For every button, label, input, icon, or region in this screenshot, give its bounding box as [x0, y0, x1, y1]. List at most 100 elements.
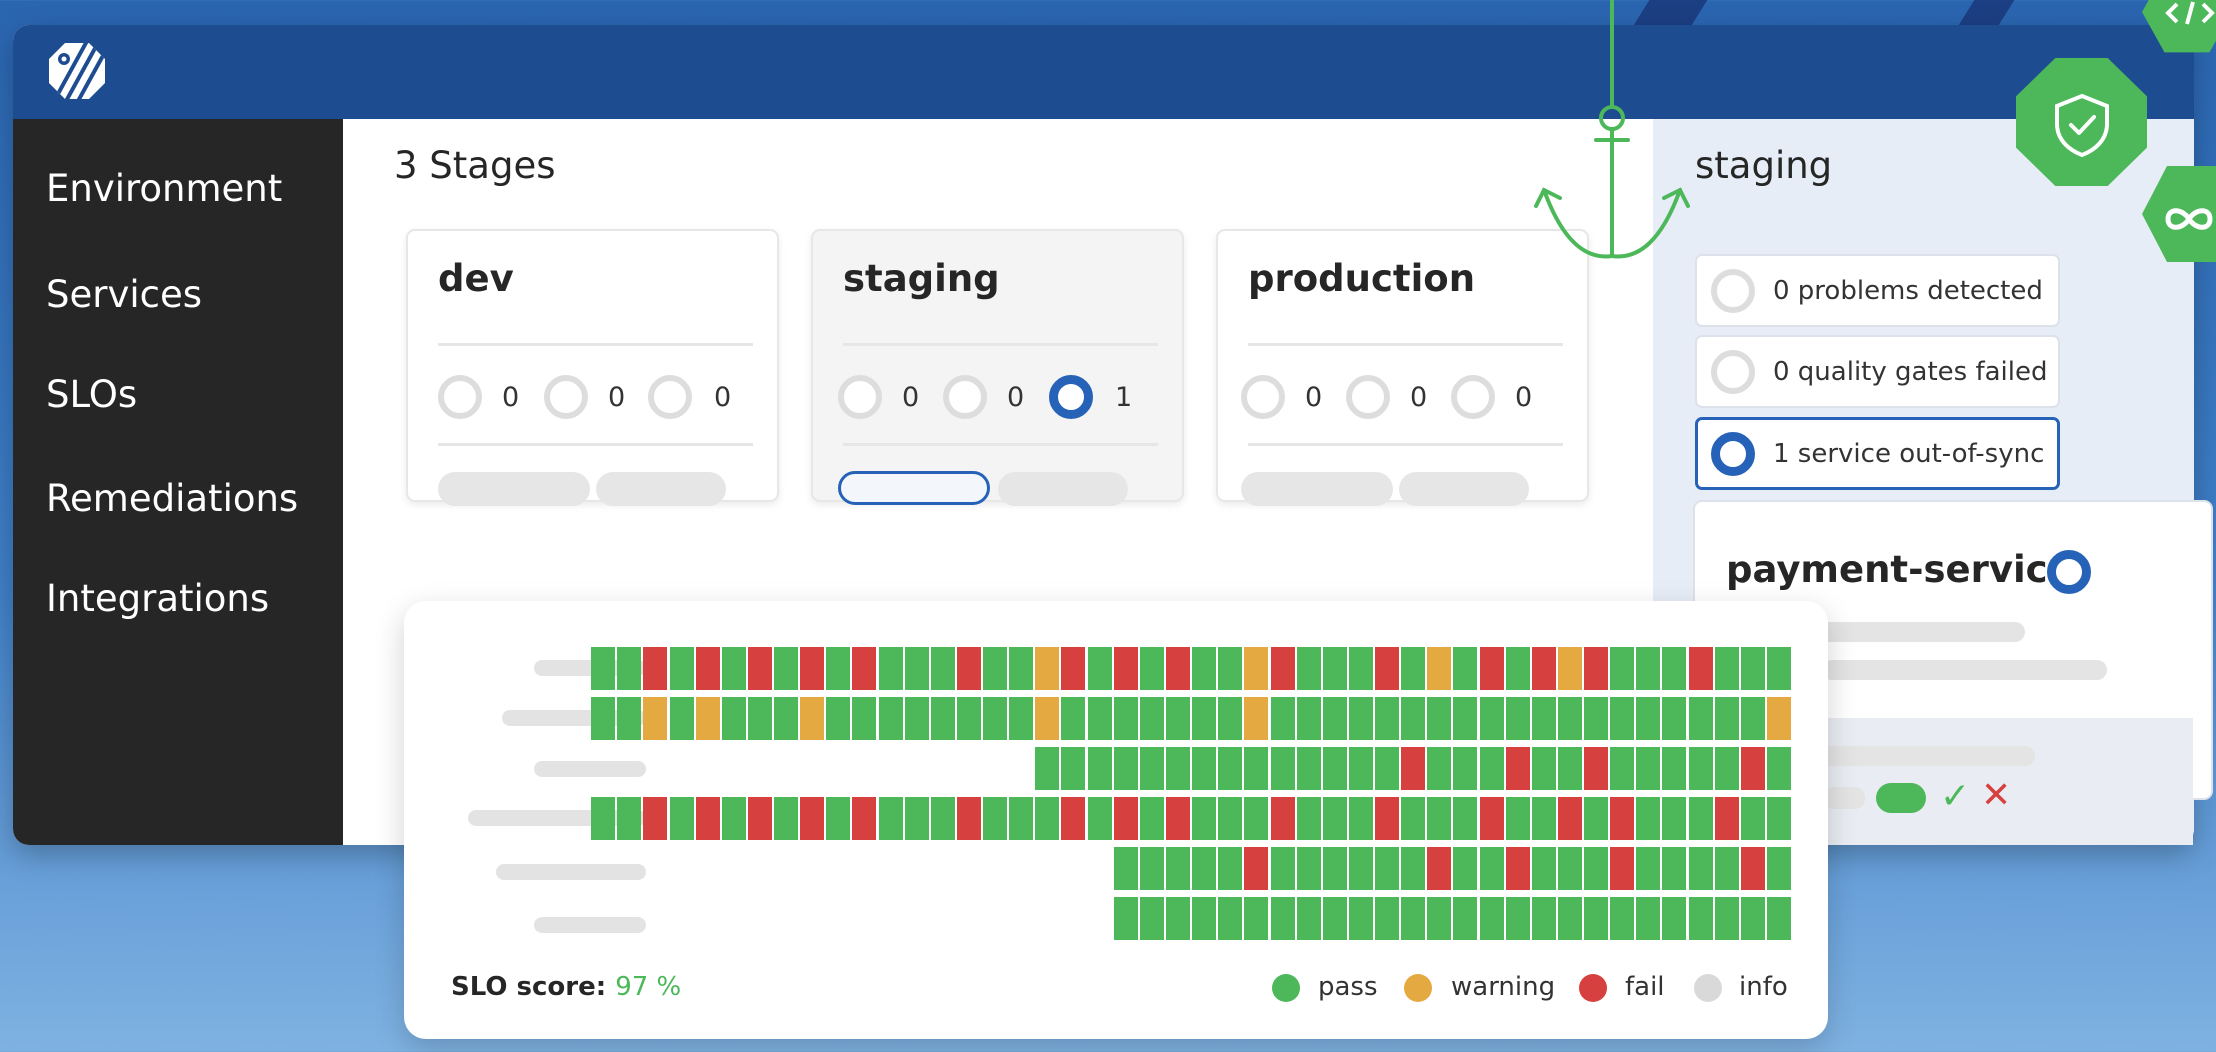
heatmap-cell[interactable]: [1688, 647, 1713, 690]
heatmap-cell[interactable]: [1714, 647, 1739, 690]
heatmap-cell[interactable]: [1636, 697, 1661, 740]
heatmap-cell[interactable]: [878, 797, 903, 840]
heatmap-cell[interactable]: [1636, 647, 1661, 690]
heatmap-cell[interactable]: [1348, 647, 1373, 690]
heatmap-cell[interactable]: [1479, 797, 1504, 840]
stage-card-production[interactable]: production 0 0 0: [1216, 229, 1589, 506]
heatmap-cell[interactable]: [1061, 797, 1086, 840]
heatmap-cell[interactable]: [1740, 847, 1765, 890]
heatmap-cell[interactable]: [1427, 697, 1452, 740]
heatmap-cell[interactable]: [1139, 847, 1164, 890]
heatmap-cell[interactable]: [1531, 897, 1556, 940]
heatmap-cell[interactable]: [774, 797, 799, 840]
heatmap-cell[interactable]: [1636, 747, 1661, 790]
heatmap-cell[interactable]: [1035, 647, 1060, 690]
heatmap-cell[interactable]: [1139, 647, 1164, 690]
nav-item-remediations[interactable]: Remediations: [46, 477, 298, 520]
heatmap-cell[interactable]: [1218, 797, 1243, 840]
heatmap-cell[interactable]: [1505, 797, 1530, 840]
heatmap-cell[interactable]: [1296, 697, 1321, 740]
heatmap-cell[interactable]: [747, 647, 772, 690]
heatmap-cell[interactable]: [1401, 797, 1426, 840]
heatmap-cell[interactable]: [1557, 697, 1582, 740]
heatmap-cell[interactable]: [1662, 747, 1687, 790]
heatmap-cell[interactable]: [643, 697, 668, 740]
heatmap-cell[interactable]: [1166, 747, 1190, 790]
heatmap-cell[interactable]: [1767, 797, 1791, 840]
heatmap-cell[interactable]: [1584, 747, 1609, 790]
heatmap-cell[interactable]: [1479, 847, 1504, 890]
heatmap-cell[interactable]: [1557, 797, 1582, 840]
heatmap-cell[interactable]: [669, 647, 694, 690]
heatmap-cell[interactable]: [1166, 647, 1190, 690]
heatmap-cell[interactable]: [1296, 797, 1321, 840]
heatmap-cell[interactable]: [1009, 697, 1034, 740]
heatmap-cell[interactable]: [1557, 647, 1582, 690]
heatmap-cell[interactable]: [747, 697, 772, 740]
heatmap-cell[interactable]: [1192, 847, 1217, 890]
heatmap-cell[interactable]: [1009, 647, 1034, 690]
heatmap-cell[interactable]: [1662, 647, 1687, 690]
heatmap-cell[interactable]: [1113, 847, 1138, 890]
heatmap-cell[interactable]: [1714, 697, 1739, 740]
heatmap-cell[interactable]: [1427, 797, 1452, 840]
heatmap-cell[interactable]: [1113, 797, 1138, 840]
heatmap-cell[interactable]: [930, 697, 955, 740]
heatmap-cell[interactable]: [1296, 747, 1321, 790]
heatmap-cell[interactable]: [1113, 897, 1138, 940]
heatmap-cell[interactable]: [1740, 897, 1765, 940]
heatmap-cell[interactable]: [1453, 897, 1478, 940]
heatmap-cell[interactable]: [1348, 847, 1373, 890]
heatmap-cell[interactable]: [1688, 897, 1713, 940]
heatmap-cell[interactable]: [1531, 797, 1556, 840]
heatmap-cell[interactable]: [1401, 647, 1426, 690]
heatmap-cell[interactable]: [1192, 797, 1217, 840]
heatmap-cell[interactable]: [1270, 747, 1295, 790]
heatmap-cell[interactable]: [1610, 847, 1635, 890]
heatmap-cell[interactable]: [826, 797, 851, 840]
heatmap-cell[interactable]: [1714, 847, 1739, 890]
heatmap-cell[interactable]: [956, 797, 981, 840]
status-out-of-sync[interactable]: 1 service out-of-sync: [1695, 417, 2060, 490]
heatmap-cell[interactable]: [1192, 897, 1217, 940]
heatmap-cell[interactable]: [1401, 897, 1426, 940]
heatmap-cell[interactable]: [1610, 697, 1635, 740]
heatmap-cell[interactable]: [1348, 697, 1373, 740]
heatmap-cell[interactable]: [1270, 697, 1295, 740]
heatmap-cell[interactable]: [747, 797, 772, 840]
heatmap-cell[interactable]: [1531, 647, 1556, 690]
heatmap-cell[interactable]: [721, 797, 746, 840]
heatmap-cell[interactable]: [1218, 747, 1243, 790]
heatmap-cell[interactable]: [1322, 697, 1347, 740]
heatmap-cell[interactable]: [1740, 797, 1765, 840]
nav-item-integrations[interactable]: Integrations: [46, 577, 269, 620]
heatmap-cell[interactable]: [1584, 647, 1609, 690]
heatmap-cell[interactable]: [1636, 797, 1661, 840]
heatmap-cell[interactable]: [1113, 647, 1138, 690]
heatmap-cell[interactable]: [1479, 697, 1504, 740]
heatmap-cell[interactable]: [956, 647, 981, 690]
heatmap-cell[interactable]: [1087, 797, 1112, 840]
heatmap-cell[interactable]: [1139, 797, 1164, 840]
heatmap-cell[interactable]: [1662, 897, 1687, 940]
heatmap-cell[interactable]: [1296, 647, 1321, 690]
heatmap-cell[interactable]: [983, 647, 1008, 690]
heatmap-cell[interactable]: [1688, 847, 1713, 890]
heatmap-cell[interactable]: [1740, 647, 1765, 690]
heatmap-cell[interactable]: [800, 647, 825, 690]
heatmap-cell[interactable]: [826, 697, 851, 740]
heatmap-cell[interactable]: [1636, 847, 1661, 890]
heatmap-cell[interactable]: [1531, 847, 1556, 890]
nav-item-environment[interactable]: Environment: [46, 167, 282, 210]
heatmap-cell[interactable]: [1610, 797, 1635, 840]
heatmap-cell[interactable]: [1584, 847, 1609, 890]
heatmap-cell[interactable]: [1610, 747, 1635, 790]
heatmap-cell[interactable]: [669, 797, 694, 840]
heatmap-cell[interactable]: [1505, 747, 1530, 790]
heatmap-cell[interactable]: [1375, 797, 1400, 840]
heatmap-cell[interactable]: [1375, 747, 1400, 790]
heatmap-cell[interactable]: [1192, 697, 1217, 740]
heatmap-cell[interactable]: [1035, 697, 1060, 740]
heatmap-cell[interactable]: [1584, 897, 1609, 940]
heatmap-cell[interactable]: [878, 697, 903, 740]
